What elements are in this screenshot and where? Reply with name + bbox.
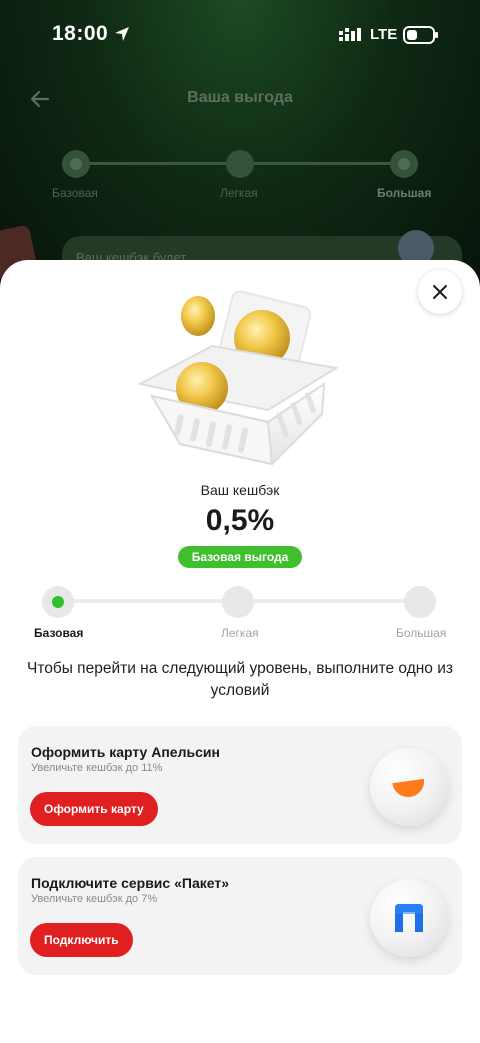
offer-card-paket[interactable]: Подключите сервис «Пакет» Увеличьте кешб… [18,857,462,975]
level-label-basic: Базовая [34,626,84,640]
level-dot-basic [42,586,74,618]
offer-card-orange[interactable]: Оформить карту Апельсин Увеличьте кешбэк… [18,726,462,844]
signal-icon [339,28,361,41]
close-icon [433,285,447,299]
status-time: 18:00 [52,22,109,45]
location-arrow-icon [115,27,129,41]
level-label-big: Большая [396,626,447,640]
level-labels: Базовая Легкая Большая [0,626,480,644]
offer-title: Оформить карту Апельсин [31,744,220,760]
background-header: Ваша выгода [0,84,480,114]
network-type: LTE [370,26,398,43]
background-level-dot [226,150,254,178]
battery-icon [403,26,438,44]
background-level-label: Легкая [220,186,258,200]
status-bar: 18:00 LTE [0,20,480,52]
cashback-label: Ваш кешбэк [200,482,280,498]
offer-subtitle: Увеличьте кешбэк до 11% [31,762,163,774]
offer-subtitle: Увеличьте кешбэк до 7% [31,893,158,905]
close-button[interactable] [418,270,462,314]
cashback-value: 0,5% [205,504,275,537]
background-level-dot [390,150,418,178]
offer-title: Подключите сервис «Пакет» [31,875,229,891]
background-level-labels: Базовая Легкая Большая [0,186,480,204]
cashback-bottom-sheet: Ваш кешбэк 0,5% Базовая выгода Базовая Л… [0,260,480,1043]
background-level-dot [62,150,90,178]
level-label-easy: Легкая [221,626,259,640]
connect-button[interactable]: Подключить [30,923,133,957]
instruction-text: Чтобы перейти на следующий уровень, выпо… [26,660,453,699]
level-track [42,586,436,618]
background-page: 18:00 LTE Ваша выгода Базовая Легкая Бол… [0,0,480,300]
level-dot-big [404,586,436,618]
basket-with-coins-illustration [137,290,339,466]
background-title: Ваша выгода [187,89,293,106]
level-dot-easy [222,586,254,618]
background-level-label: Базовая [52,186,98,200]
apply-card-button[interactable]: Оформить карту [30,792,158,826]
background-level-track [58,150,424,178]
orange-slice-icon [370,748,448,826]
background-level-label: Большая [377,186,432,200]
paket-logo-icon [370,879,448,957]
level-badge: Базовая выгода [178,546,302,568]
